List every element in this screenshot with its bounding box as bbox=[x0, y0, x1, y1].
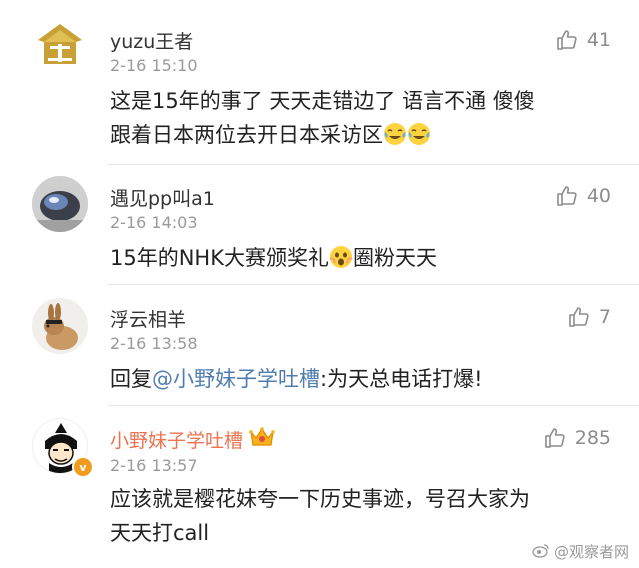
photo-avatar-icon bbox=[32, 176, 88, 232]
like-button[interactable]: 285 bbox=[543, 426, 611, 450]
comment-text: 应该就是樱花妹夸一下历史事迹，号召大家为 天天打call bbox=[110, 482, 610, 550]
laugh-cry-emoji-icon bbox=[407, 122, 431, 156]
divider bbox=[108, 405, 639, 406]
thumbs-up-icon bbox=[557, 186, 577, 206]
thumbs-up-icon bbox=[557, 30, 577, 50]
comment-text: 回复@小野妹子学吐槽:为天总电话打爆! bbox=[110, 367, 483, 391]
comment-text-line: 应该就是樱花妹夸一下历史事迹，号召大家为 bbox=[110, 487, 530, 511]
rabbit-avatar-icon bbox=[32, 298, 88, 354]
like-button[interactable]: 40 bbox=[555, 184, 611, 208]
comment-time: 2-16 13:57 bbox=[110, 456, 198, 475]
thumbs-up-icon bbox=[544, 428, 565, 448]
laugh-cry-emoji-icon bbox=[383, 122, 407, 156]
weibo-logo-icon bbox=[532, 542, 550, 562]
like-count: 7 bbox=[598, 306, 611, 328]
divider bbox=[108, 164, 639, 165]
divider bbox=[108, 284, 639, 285]
username[interactable]: 浮云相羊 bbox=[110, 305, 186, 332]
mention-link[interactable]: @小野妹子学吐槽 bbox=[152, 367, 320, 391]
verified-badge: v bbox=[72, 456, 94, 478]
like-count: 41 bbox=[586, 29, 611, 51]
gold-coin-avatar-icon bbox=[33, 19, 87, 73]
like-count: 285 bbox=[574, 427, 611, 449]
comment-text: 15年的NHK大赛颁奖礼 圈粉天天 bbox=[110, 241, 610, 279]
comment-text: 这是15年的事了 天天走错边了 语言不通 傻傻 跟着日本两位去开日本采访区 bbox=[110, 84, 610, 156]
user-avatar[interactable] bbox=[32, 176, 88, 232]
comment-time: 2-16 13:58 bbox=[110, 334, 198, 353]
comment-time: 2-16 14:03 bbox=[110, 213, 198, 232]
username[interactable]: 遇见pp叫a1 bbox=[110, 184, 215, 211]
user-avatar[interactable] bbox=[32, 298, 88, 354]
like-button[interactable]: 41 bbox=[555, 28, 611, 52]
comment-text-line: 跟着日本两位去开日本采访区 bbox=[110, 118, 610, 156]
watermark: @观察者网 bbox=[532, 541, 629, 562]
thumbs-up-icon bbox=[569, 307, 589, 327]
comment-text-line: 这是15年的事了 天天走错边了 语言不通 傻傻 bbox=[110, 89, 535, 113]
like-button[interactable]: 7 bbox=[567, 305, 611, 329]
comment-time: 2-16 15:10 bbox=[110, 56, 198, 75]
username[interactable]: yuzu王者 bbox=[110, 27, 193, 54]
user-avatar[interactable] bbox=[32, 18, 88, 74]
crown-icon bbox=[249, 426, 275, 453]
scared-face-emoji-icon bbox=[329, 245, 353, 279]
watermark-text: @观察者网 bbox=[553, 543, 629, 561]
username[interactable]: 小野妹子学吐槽 bbox=[110, 426, 275, 453]
like-count: 40 bbox=[586, 185, 611, 207]
